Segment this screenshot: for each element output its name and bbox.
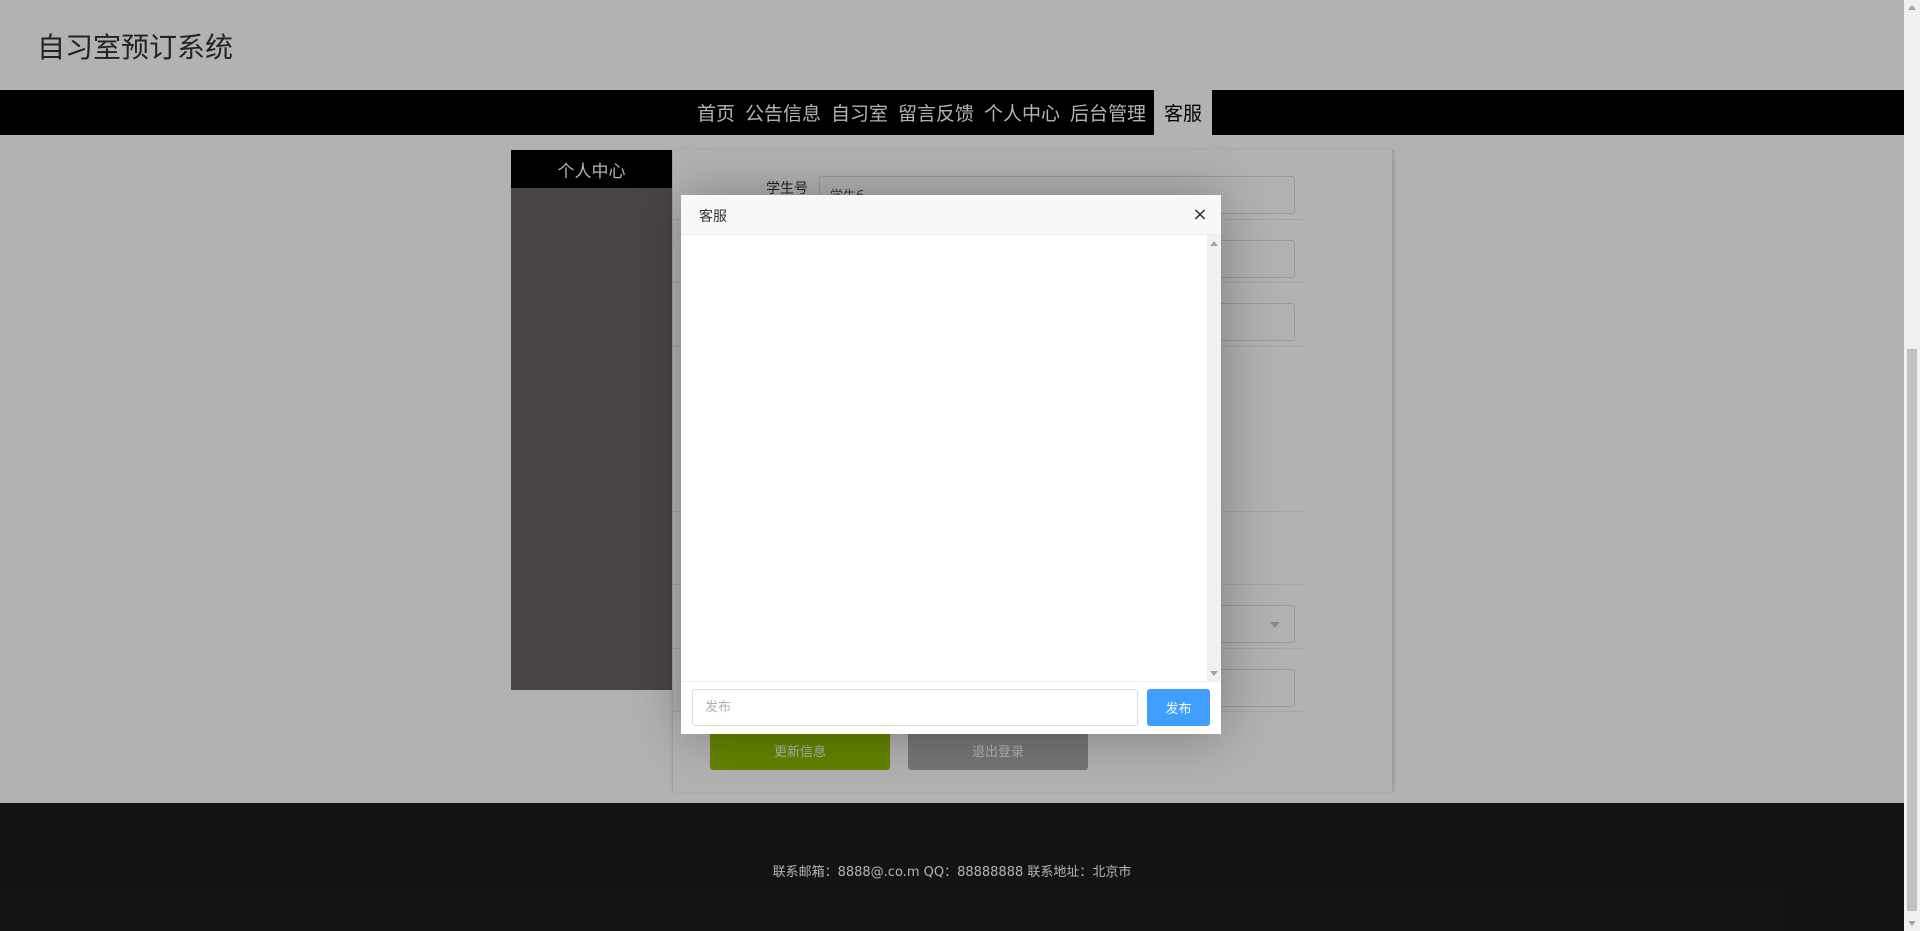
chat-message-area[interactable] bbox=[681, 235, 1221, 682]
chat-scrollbar[interactable] bbox=[1207, 235, 1221, 682]
scroll-down-arrow-icon[interactable] bbox=[1908, 921, 1916, 926]
send-button[interactable]: 发布 bbox=[1147, 689, 1210, 726]
scroll-up-arrow-icon[interactable] bbox=[1210, 241, 1218, 246]
scroll-down-arrow-icon[interactable] bbox=[1210, 671, 1218, 676]
modal-title: 客服 bbox=[699, 209, 727, 225]
scroll-thumb[interactable] bbox=[1907, 349, 1917, 911]
customer-service-modal: 客服 × 发布 bbox=[681, 195, 1221, 734]
close-icon[interactable]: × bbox=[1189, 202, 1211, 226]
page-scrollbar[interactable] bbox=[1904, 0, 1920, 931]
modal-header: 客服 × bbox=[681, 195, 1221, 235]
chat-message-input[interactable] bbox=[692, 689, 1138, 726]
scroll-up-arrow-icon[interactable] bbox=[1908, 5, 1916, 10]
